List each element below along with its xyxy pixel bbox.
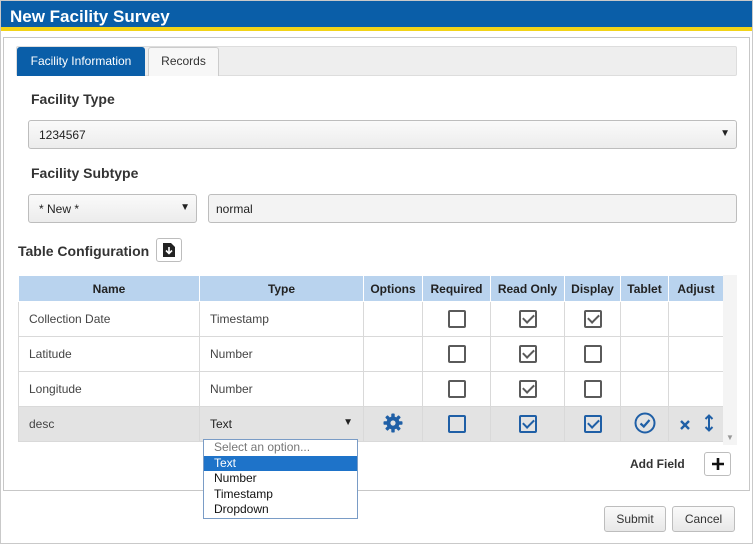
gear-icon[interactable]: [383, 413, 403, 433]
required-checkbox[interactable]: [447, 380, 466, 398]
plus-icon: [711, 458, 724, 470]
read-only-checkbox[interactable]: [518, 345, 537, 363]
chevron-down-icon: ▼: [343, 417, 353, 428]
check-circle-icon[interactable]: [634, 412, 656, 434]
read-only-checkbox[interactable]: [518, 380, 537, 398]
row-tablet: [620, 336, 669, 372]
table-row[interactable]: Latitude Number: [18, 336, 724, 372]
table-row[interactable]: Collection Date Timestamp: [18, 301, 724, 337]
row-adjust: [668, 371, 724, 407]
table-scrollbar[interactable]: ▼: [723, 275, 737, 445]
display-checkbox[interactable]: [583, 310, 602, 328]
row-adjust: [668, 301, 724, 337]
type-select-value: Text: [210, 417, 233, 431]
required-checkbox[interactable]: [447, 345, 466, 363]
export-button[interactable]: [156, 238, 182, 262]
table-row[interactable]: Longitude Number: [18, 371, 724, 407]
facility-type-label: Facility Type: [31, 91, 115, 107]
col-header-options: Options: [363, 275, 423, 302]
row-adjust: [668, 336, 724, 372]
facility-subtype-select[interactable]: * New * ▼: [28, 194, 197, 223]
facility-type-value: 1234567: [39, 128, 86, 142]
row-options: [363, 336, 423, 372]
table-configuration-label: Table Configuration: [18, 243, 150, 259]
submit-button[interactable]: Submit: [604, 506, 666, 532]
row-type: Number: [199, 371, 364, 407]
col-header-required: Required: [422, 275, 491, 302]
read-only-checkbox[interactable]: [518, 310, 537, 328]
table-row-selected[interactable]: desc Text ▼: [18, 406, 724, 442]
tab-records[interactable]: Records: [148, 47, 219, 76]
chevron-down-icon: ▼: [180, 202, 190, 213]
read-only-checkbox[interactable]: [518, 415, 537, 433]
facility-subtype-value: * New *: [39, 202, 80, 216]
row-tablet: [620, 301, 669, 337]
tab-facility-information[interactable]: Facility Information: [17, 47, 145, 76]
row-type: Timestamp: [199, 301, 364, 337]
main-panel: Facility Information Records Facility Ty…: [3, 37, 750, 491]
download-file-icon: [163, 243, 175, 257]
table-header-row: Name Type Options Required Read Only Dis…: [18, 275, 724, 302]
dropdown-option-number[interactable]: Number: [204, 471, 357, 487]
facility-subtype-label: Facility Subtype: [31, 165, 139, 181]
scroll-down-icon[interactable]: ▼: [726, 433, 734, 442]
col-header-adjust: Adjust: [668, 275, 724, 302]
facility-subtype-input[interactable]: normal: [208, 194, 737, 223]
col-header-type: Type: [199, 275, 364, 302]
col-header-name: Name: [18, 275, 200, 302]
move-vertical-icon[interactable]: [704, 413, 714, 432]
row-options: [363, 371, 423, 407]
dropdown-option-timestamp[interactable]: Timestamp: [204, 487, 357, 503]
dialog-title: New Facility Survey: [1, 1, 752, 31]
col-header-read-only: Read Only: [490, 275, 565, 302]
cancel-button[interactable]: Cancel: [672, 506, 735, 532]
row-name: Longitude: [18, 371, 200, 407]
fields-table: Name Type Options Required Read Only Dis…: [18, 275, 724, 442]
add-field-button[interactable]: [704, 452, 731, 476]
required-checkbox[interactable]: [447, 415, 466, 433]
chevron-down-icon: ▼: [720, 128, 730, 139]
tab-bar: Facility Information Records: [16, 46, 737, 76]
dialog: New Facility Survey Facility Information…: [0, 0, 753, 544]
close-icon[interactable]: [678, 418, 692, 432]
row-name: desc: [18, 406, 200, 442]
type-select[interactable]: Text ▼: [210, 417, 363, 431]
dropdown-option-text[interactable]: Text: [204, 455, 357, 471]
display-checkbox[interactable]: [583, 380, 602, 398]
dropdown-option-placeholder[interactable]: Select an option...: [204, 440, 357, 456]
type-dropdown-menu: Select an option... Text Number Timestam…: [203, 439, 358, 519]
display-checkbox[interactable]: [583, 415, 602, 433]
row-name: Collection Date: [18, 301, 200, 337]
row-options: [363, 301, 423, 337]
required-checkbox[interactable]: [447, 310, 466, 328]
display-checkbox[interactable]: [583, 345, 602, 363]
col-header-display: Display: [564, 275, 621, 302]
row-name: Latitude: [18, 336, 200, 372]
col-header-tablet: Tablet: [620, 275, 669, 302]
dropdown-option-dropdown[interactable]: Dropdown: [204, 502, 357, 518]
facility-type-select[interactable]: 1234567 ▼: [28, 120, 737, 149]
row-type: Number: [199, 336, 364, 372]
add-field-label: Add Field: [630, 457, 685, 471]
row-tablet: [620, 371, 669, 407]
